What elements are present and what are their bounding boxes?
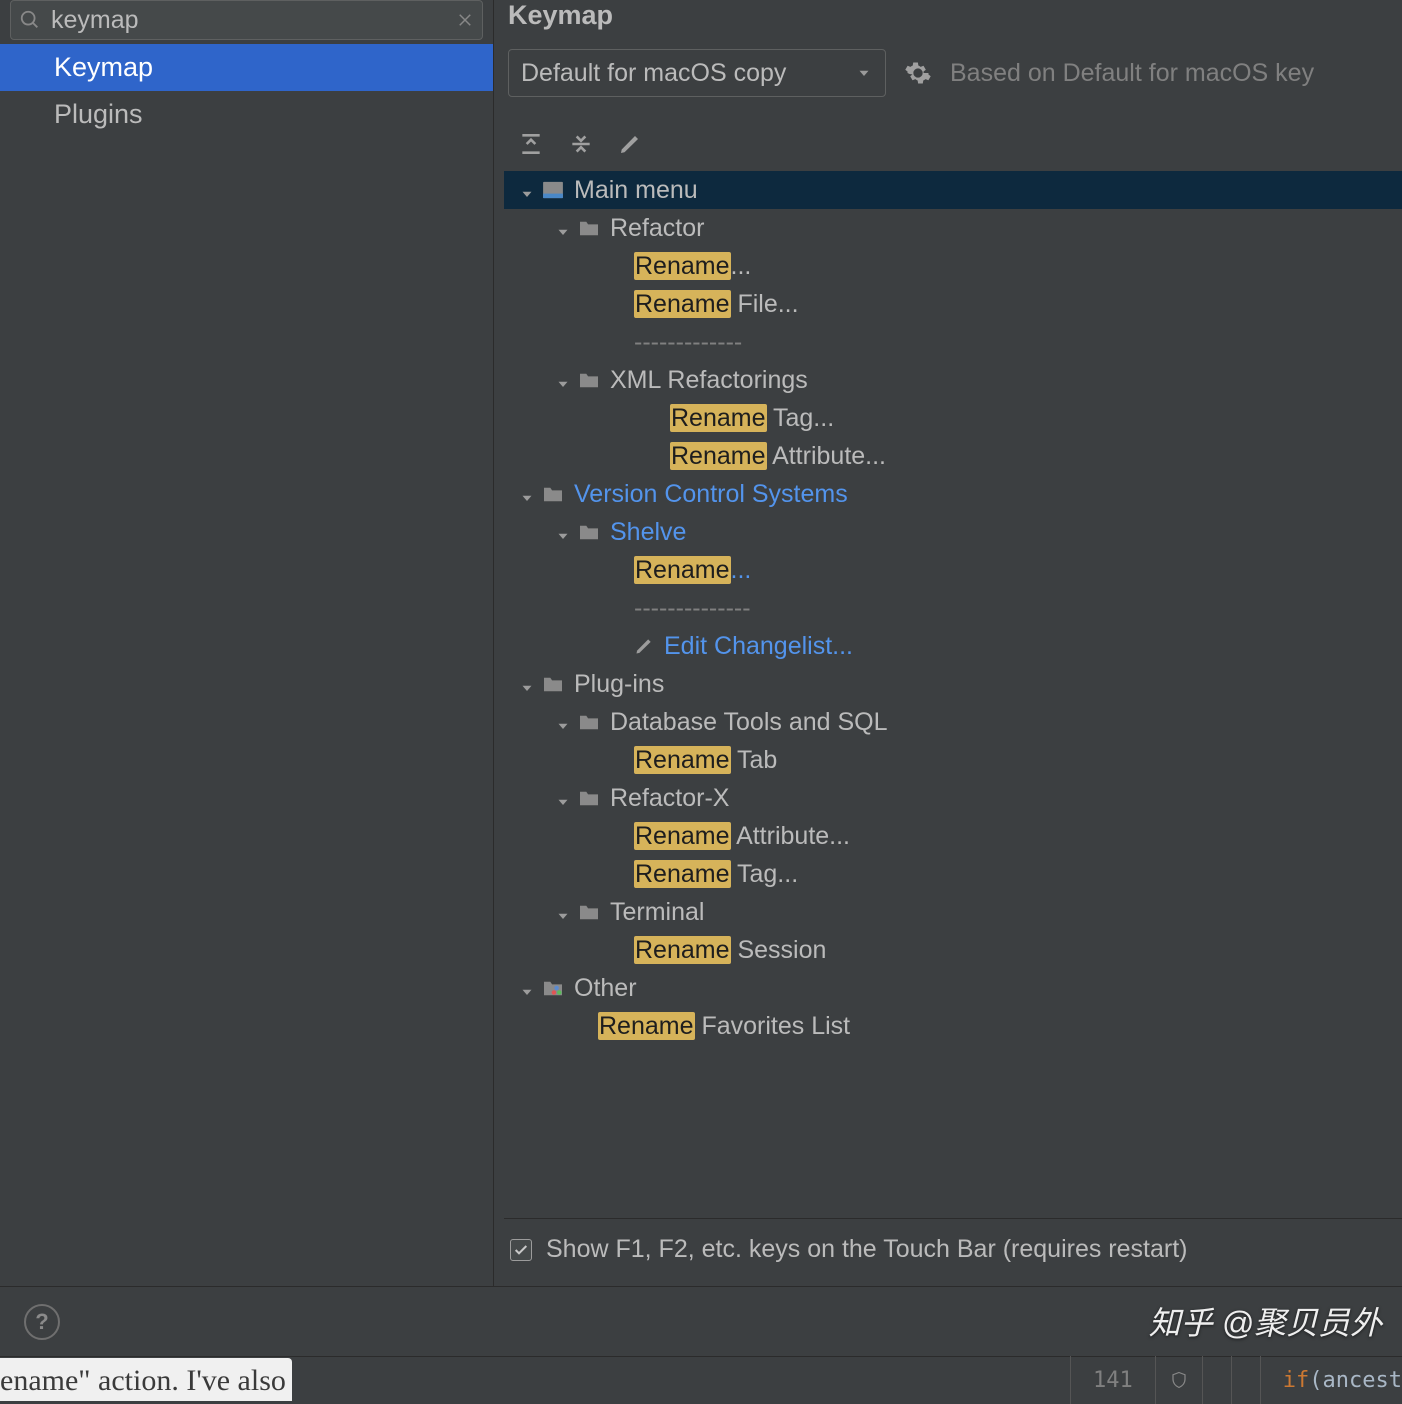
pencil-icon[interactable] bbox=[618, 132, 642, 156]
chevron-down-icon bbox=[518, 485, 536, 503]
tree-row[interactable]: ------------- bbox=[504, 323, 1402, 361]
tree-row[interactable]: XML Refactorings bbox=[504, 361, 1402, 399]
dialog-footer: ? 知乎 @聚贝员外 bbox=[0, 1286, 1402, 1356]
tree-row[interactable]: Rename... bbox=[504, 551, 1402, 589]
keymap-panel: Keymap Default for macOS copy Based on D… bbox=[494, 0, 1402, 1286]
checkbox-icon[interactable] bbox=[510, 1239, 532, 1261]
tree-action: Edit Changelist... bbox=[664, 632, 853, 661]
tree-row[interactable]: Rename Favorites List bbox=[504, 1007, 1402, 1045]
tree-row[interactable]: Rename File... bbox=[504, 285, 1402, 323]
code-fragment: if(ancest bbox=[1260, 1356, 1402, 1404]
chevron-down-icon bbox=[554, 523, 572, 541]
tree-action: Rename... bbox=[634, 252, 751, 281]
tree-label: Refactor bbox=[610, 214, 704, 243]
folder-icon bbox=[578, 903, 600, 921]
tree-row[interactable]: Refactor bbox=[504, 209, 1402, 247]
tree-row[interactable]: Rename Tag... bbox=[504, 855, 1402, 893]
tree-row[interactable]: Main menu bbox=[504, 171, 1402, 209]
settings-sidebar: KeymapPlugins bbox=[0, 0, 494, 1286]
settings-search[interactable] bbox=[10, 0, 483, 40]
tree-row[interactable]: Plug-ins bbox=[504, 665, 1402, 703]
chevron-down-icon bbox=[554, 903, 572, 921]
tree-row[interactable]: Other bbox=[504, 969, 1402, 1007]
tree-label: Terminal bbox=[610, 898, 704, 927]
pencil-icon bbox=[634, 636, 654, 656]
status-cell-shield bbox=[1155, 1356, 1202, 1404]
sidebar-item-keymap[interactable]: Keymap bbox=[0, 44, 493, 91]
tree-label: Version Control Systems bbox=[574, 480, 848, 509]
chevron-down-icon bbox=[518, 181, 536, 199]
tree-row[interactable]: Terminal bbox=[504, 893, 1402, 931]
sidebar-item-plugins[interactable]: Plugins bbox=[0, 91, 493, 138]
keymap-scheme-label: Default for macOS copy bbox=[521, 59, 786, 88]
tree-row[interactable]: Edit Changelist... bbox=[504, 627, 1402, 665]
tree-row[interactable]: Rename... bbox=[504, 247, 1402, 285]
tree-label: Other bbox=[574, 974, 637, 1003]
tree-row[interactable]: Database Tools and SQL bbox=[504, 703, 1402, 741]
tree-row[interactable]: Rename Tag... bbox=[504, 399, 1402, 437]
line-number: 141 bbox=[1070, 1356, 1155, 1404]
folder-icon bbox=[578, 713, 600, 731]
panel-title: Keymap bbox=[504, 0, 1402, 49]
collapse-all-icon[interactable] bbox=[568, 131, 594, 157]
chevron-down-icon bbox=[554, 789, 572, 807]
status-cell-b bbox=[1231, 1356, 1260, 1404]
folder-icon bbox=[578, 371, 600, 389]
gear-icon[interactable] bbox=[904, 59, 932, 87]
tree-action: Rename File... bbox=[634, 290, 799, 319]
based-on-label: Based on Default for macOS key bbox=[950, 59, 1314, 88]
folder-icon bbox=[542, 675, 564, 693]
expand-all-icon[interactable] bbox=[518, 131, 544, 157]
tree-action: Rename Tag... bbox=[634, 860, 798, 889]
folder-icon bbox=[578, 523, 600, 541]
tree-row[interactable]: Rename Session bbox=[504, 931, 1402, 969]
tree-action: Rename Attribute... bbox=[670, 442, 886, 471]
other-folder-icon bbox=[542, 979, 564, 997]
tree-label: Plug-ins bbox=[574, 670, 664, 699]
chevron-down-icon bbox=[554, 371, 572, 389]
chevron-down-icon bbox=[518, 675, 536, 693]
tree-action: Rename Attribute... bbox=[634, 822, 850, 851]
tree-row[interactable]: Shelve bbox=[504, 513, 1402, 551]
tree-label: XML Refactorings bbox=[610, 366, 808, 395]
chevron-down-icon bbox=[554, 219, 572, 237]
separator: -------------- bbox=[634, 594, 751, 623]
tree-label: Shelve bbox=[610, 518, 686, 547]
keymap-tree[interactable]: Main menu Refactor Rename... Rename File...… bbox=[504, 169, 1402, 1218]
help-icon[interactable]: ? bbox=[24, 1304, 60, 1340]
clear-icon[interactable] bbox=[456, 11, 474, 29]
tree-action: Rename Tag... bbox=[670, 404, 834, 433]
keymap-scheme-dropdown[interactable]: Default for macOS copy bbox=[508, 49, 886, 97]
tooltip-fragment: ename" action. I've also bbox=[0, 1358, 292, 1401]
tree-action: Rename Favorites List bbox=[598, 1012, 850, 1041]
folder-icon bbox=[578, 789, 600, 807]
tree-row[interactable]: Rename Attribute... bbox=[504, 437, 1402, 475]
tree-toolbar bbox=[504, 111, 1402, 169]
chevron-down-icon bbox=[554, 713, 572, 731]
tree-row[interactable]: -------------- bbox=[504, 589, 1402, 627]
status-bar: ename" action. I've also 141 if(ancest bbox=[0, 1356, 1402, 1404]
menu-icon bbox=[542, 181, 564, 199]
tree-label: Database Tools and SQL bbox=[610, 708, 888, 737]
tree-action: Rename... bbox=[634, 556, 751, 585]
folder-icon bbox=[542, 485, 564, 503]
touchbar-checkbox-label: Show F1, F2, etc. keys on the Touch Bar … bbox=[546, 1235, 1187, 1264]
touchbar-checkbox-row[interactable]: Show F1, F2, etc. keys on the Touch Bar … bbox=[504, 1218, 1402, 1286]
watermark: 知乎 @聚贝员外 bbox=[1149, 1298, 1382, 1344]
tree-label: Main menu bbox=[574, 176, 698, 205]
search-icon bbox=[19, 9, 41, 31]
folder-icon bbox=[578, 219, 600, 237]
tree-row[interactable]: Rename Attribute... bbox=[504, 817, 1402, 855]
chevron-down-icon bbox=[518, 979, 536, 997]
tree-row[interactable]: Refactor-X bbox=[504, 779, 1402, 817]
tree-action: Rename Tab bbox=[634, 746, 777, 775]
tree-row[interactable]: Rename Tab bbox=[504, 741, 1402, 779]
tree-action: Rename Session bbox=[634, 936, 826, 965]
separator: ------------- bbox=[634, 328, 742, 357]
settings-search-input[interactable] bbox=[51, 6, 446, 35]
status-cell-a bbox=[1202, 1356, 1231, 1404]
tree-row[interactable]: Version Control Systems bbox=[504, 475, 1402, 513]
chevron-down-icon bbox=[855, 64, 873, 82]
tree-label: Refactor-X bbox=[610, 784, 729, 813]
